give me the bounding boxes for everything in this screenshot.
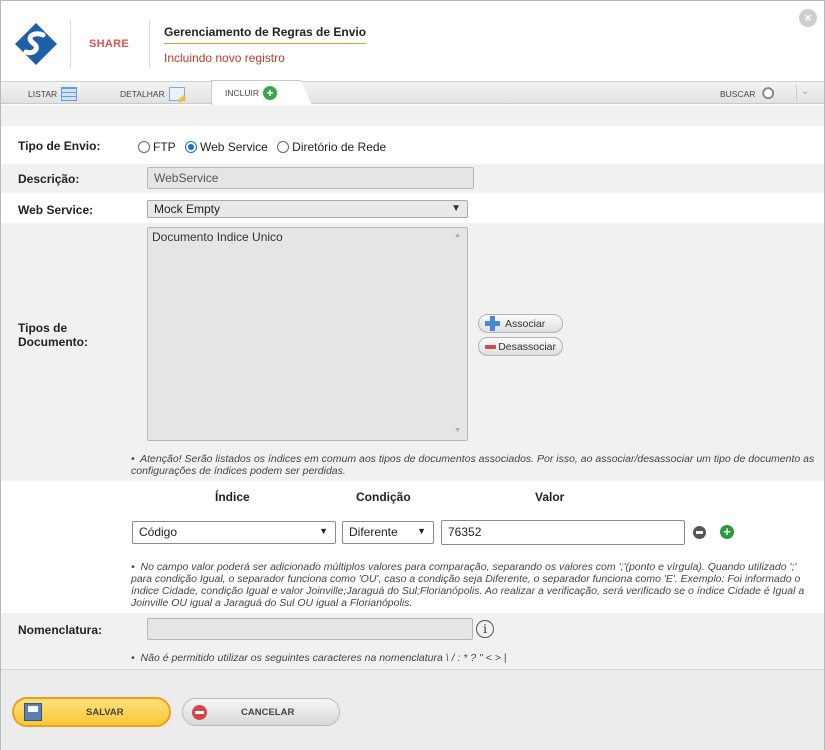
condition-select[interactable]: Diferente ▼ (342, 521, 434, 544)
nomenclature-note: • Não é permitido utilizar os seguintes … (131, 652, 507, 664)
doc-types-label: Tipos de Documento: (18, 321, 88, 349)
radio-label: Web Service (200, 140, 268, 154)
chevron-down-icon: ▼ (319, 526, 328, 536)
radio-network-directory[interactable] (277, 141, 290, 153)
note-text: Não é permitido utilizar os seguintes ca… (140, 652, 507, 664)
web-service-select[interactable]: Mock Empty ▼ (147, 200, 468, 218)
description-field[interactable]: WebService (147, 167, 474, 189)
send-type-label: Tipo de Envio: (18, 139, 101, 153)
header-divider (70, 19, 71, 69)
button-label: Associar (505, 317, 546, 330)
chevron-down-icon: ▼ (451, 203, 461, 214)
doc-types-note: • Atenção! Serão listados os índices em … (131, 453, 815, 477)
web-service-label: Web Service: (18, 203, 94, 217)
tab-detalhar[interactable]: DETALHAR (120, 85, 185, 103)
chevron-down-icon[interactable]: ⌄ (801, 86, 809, 97)
tab-bar: LISTAR DETALHAR BUSCAR ⌄ (1, 81, 824, 104)
send-type-row: Tipo de Envio: FTP Web Service Diretório… (1, 132, 824, 162)
brand-name: SHARE (89, 38, 130, 50)
add-icon: + (263, 86, 278, 100)
scroll-up-icon[interactable]: ▲ (454, 232, 461, 239)
nomenclature-field[interactable] (147, 618, 473, 640)
tab-buscar[interactable]: BUSCAR (720, 85, 778, 103)
radio-ftp[interactable] (138, 141, 150, 153)
nomenclature-label: Nomenclatura: (18, 623, 103, 637)
dialog-window: SHARE Gerenciamento de Regras de Envio I… (0, 0, 825, 750)
column-header-index: Índice (215, 490, 250, 504)
add-icon[interactable]: + (720, 525, 734, 539)
chevron-down-icon: ▼ (417, 526, 426, 536)
table-icon (61, 87, 78, 101)
index-rule-note: • No campo valor poderá ser adicionado m… (131, 561, 805, 609)
radio-label: Diretório de Rede (292, 140, 387, 154)
associate-button[interactable]: Associar (478, 314, 563, 333)
tab-label: INCLUIR (225, 88, 260, 98)
tab-label: BUSCAR (720, 89, 756, 99)
index-select[interactable]: Código ▼ (132, 521, 336, 544)
scroll-down-icon[interactable]: ▼ (454, 427, 461, 434)
column-header-value: Valor (535, 490, 565, 504)
disassociate-button[interactable]: Desassociar (478, 337, 563, 356)
info-icon[interactable]: i (476, 620, 494, 638)
button-label: Desassociar (498, 340, 556, 353)
remove-icon[interactable] (693, 526, 706, 539)
select-value: Mock Empty (154, 202, 221, 216)
tab-label: DETALHAR (120, 89, 165, 99)
tab-divider (796, 85, 797, 102)
tab-incluir[interactable]: INCLUIR + (211, 80, 312, 105)
header-divider (149, 19, 150, 69)
edit-icon (168, 87, 185, 101)
save-button[interactable]: SALVAR (12, 697, 171, 727)
send-type-options: FTP Web Service Diretório de Rede (138, 140, 392, 154)
page-subtitle: Incluindo novo registro (164, 51, 285, 65)
cancel-button[interactable]: CANCELAR (182, 698, 340, 726)
value-input[interactable]: 76352 (441, 520, 685, 545)
header: SHARE Gerenciamento de Regras de Envio I… (1, 1, 824, 81)
column-header-condition: Condição (356, 490, 411, 504)
list-item[interactable]: Documento Indice Unico (152, 230, 463, 244)
button-label: SALVAR (86, 706, 124, 718)
select-value: Código (139, 525, 178, 539)
doc-types-list[interactable]: Documento Indice Unico ▲ ▼ (147, 227, 468, 441)
floppy-disk-icon (24, 703, 42, 721)
radio-web-service[interactable] (185, 141, 198, 153)
close-icon[interactable]: × (799, 9, 817, 27)
minus-icon (485, 344, 497, 349)
plus-icon (485, 316, 500, 331)
tab-listar[interactable]: LISTAR (28, 85, 78, 103)
app-logo (13, 21, 59, 67)
page-title: Gerenciamento de Regras de Envio (164, 25, 367, 44)
radio-label: FTP (153, 140, 176, 154)
cancel-icon (192, 704, 207, 720)
tab-label: LISTAR (28, 89, 58, 99)
description-label: Descrição: (18, 172, 80, 186)
note-text: Atenção! Serão listados os índices em co… (131, 453, 815, 477)
button-label: CANCELAR (241, 706, 295, 718)
note-text: No campo valor poderá ser adicionado múl… (131, 561, 805, 609)
search-icon (761, 86, 778, 102)
select-value: Diferente (349, 525, 398, 539)
toolbar-band (1, 105, 824, 126)
